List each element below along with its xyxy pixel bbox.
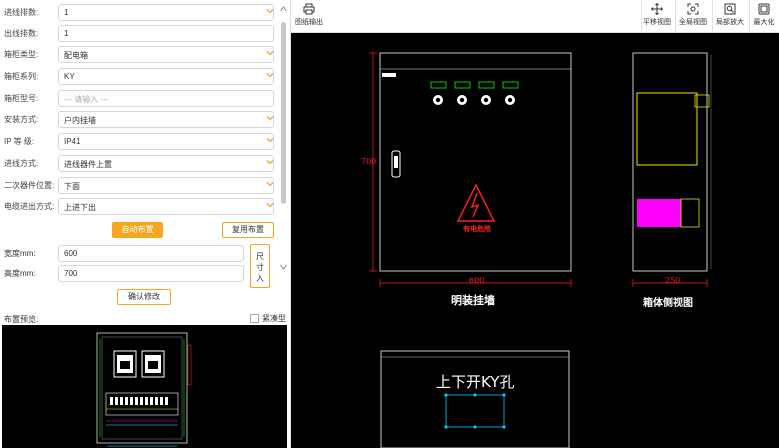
front-view-caption: 明装挂墙 [451,294,495,307]
scroll-up-icon[interactable] [280,6,287,12]
toolbar: 图纸输出 平移视图 全局视图 局部放大 最大化 [291,0,779,33]
top-view-caption: 上下开KY孔 [436,373,515,391]
select-field[interactable]: 1 [58,4,274,21]
confirm-modify-button[interactable]: 确认修改 [117,289,171,305]
field-label: 进线排数: [4,8,39,17]
field-label: 箱柜型号: [4,94,39,103]
field-label: 进线方式: [4,159,39,168]
front-height-dim: 700 [361,157,377,166]
zoom-label: 局部放大 [716,19,744,26]
size-button-label: 尺寸入 [256,252,264,283]
zoom-icon [724,3,736,15]
maximize-label: 最大化 [753,19,775,26]
compact-label: 紧凑型 [262,314,286,323]
field-label: IP 等 级: [4,137,35,146]
printer-icon [303,3,315,15]
pan-view-button[interactable]: 平移视图 [642,3,672,27]
reuse-layout-button[interactable]: 复用布置 [222,222,274,238]
config-panel: 进线排数: 1 出线排数: 1 箱柜类型: 配电箱箱柜系列: KY 箱柜型号: --- 请输入 … [0,0,291,448]
form-row: IP 等 级: IP41 [0,133,278,151]
move-icon [651,3,663,15]
cad-drawing [369,52,712,448]
form-row: 出线排数: 1 [0,25,278,43]
select-field[interactable]: 进线器件上置 [58,155,274,172]
export-drawing-button[interactable]: 图纸输出 [295,3,323,27]
layout-preview[interactable] [2,325,287,448]
pan-label: 平移视图 [643,19,671,26]
auto-layout-button[interactable]: 自动布置 [112,222,163,238]
chevron-down-icon [266,160,274,165]
maximize-button[interactable]: 最大化 [751,3,777,27]
form-scrollbar[interactable] [279,2,288,308]
select-field[interactable]: IP41 [58,133,274,150]
front-width-dim: 600 [469,276,485,285]
form-row: 箱柜类型: 配电箱 [0,46,278,64]
size-input-button[interactable]: 尺寸入 [250,244,270,288]
height-row: 高度mm: 700 [0,265,250,282]
chevron-down-icon [266,9,274,14]
select-field[interactable]: 上进下出 [58,198,274,215]
text-input[interactable]: 1 [58,25,274,42]
global-view-button[interactable]: 全局视图 [677,3,709,27]
scroll-down-icon[interactable] [280,264,287,270]
width-label: 宽度mm: [4,249,36,258]
height-input[interactable]: 700 [58,265,244,282]
maximize-icon [758,3,770,15]
chevron-down-icon [266,116,274,121]
select-field[interactable]: KY [58,68,274,85]
preview-label: 布置预览: [4,315,39,324]
chevron-down-icon [266,51,274,56]
cad-canvas[interactable]: 700 600 250 有电危险 明装挂墙 箱体侧视图 上下开KY孔 [291,33,779,448]
preview-drawing [96,332,192,447]
export-label: 图纸输出 [295,19,323,26]
side-view-caption: 箱体侧视图 [643,298,693,309]
select-field[interactable]: 下面 [58,177,274,194]
width-input[interactable]: 600 [58,245,244,262]
field-label: 安装方式: [4,115,39,124]
compact-checkbox[interactable] [250,314,259,323]
fit-view-icon [687,3,699,15]
side-depth-dim: 250 [665,276,681,285]
select-field[interactable]: 配电箱 [58,46,274,63]
form-row: 箱柜系列: KY [0,68,278,86]
app-window: 进线排数: 1 出线排数: 1 箱柜类型: 配电箱箱柜系列: KY 箱柜型号: --- 请输入 … [0,0,779,448]
zoom-in-button[interactable]: 局部放大 [714,3,746,27]
field-label: 箱柜类型: [4,50,39,59]
global-label: 全局视图 [679,19,707,26]
chevron-down-icon [266,73,274,78]
field-label: 出线排数: [4,29,39,38]
scrollbar-thumb[interactable] [281,22,286,204]
select-field[interactable]: 户内挂墙 [58,111,274,128]
chevron-down-icon [266,182,274,187]
height-label: 高度mm: [4,269,36,278]
field-label: 箱柜系列: [4,72,39,81]
form-row: 进线方式: 进线器件上置 [0,155,278,173]
form-row: 二次器件位置: 下面 [0,177,278,195]
form-row: 进线排数: 1 [0,4,278,22]
field-label: 二次器件位置: [4,181,55,190]
warning-text: 有电危险 [463,224,491,233]
field-label: 电缆进出方式: [4,202,55,211]
chevron-down-icon [266,138,274,143]
form-row: 安装方式: 户内挂墙 [0,111,278,129]
form-row: 电缆进出方式: 上进下出 [0,198,278,216]
compact-toggle[interactable]: 紧凑型 [250,313,286,324]
form-row: 箱柜型号: --- 请输入 --- [0,90,278,108]
text-input[interactable]: --- 请输入 --- [58,90,274,107]
chevron-down-icon [266,203,274,208]
width-row: 宽度mm: 600 [0,245,250,262]
